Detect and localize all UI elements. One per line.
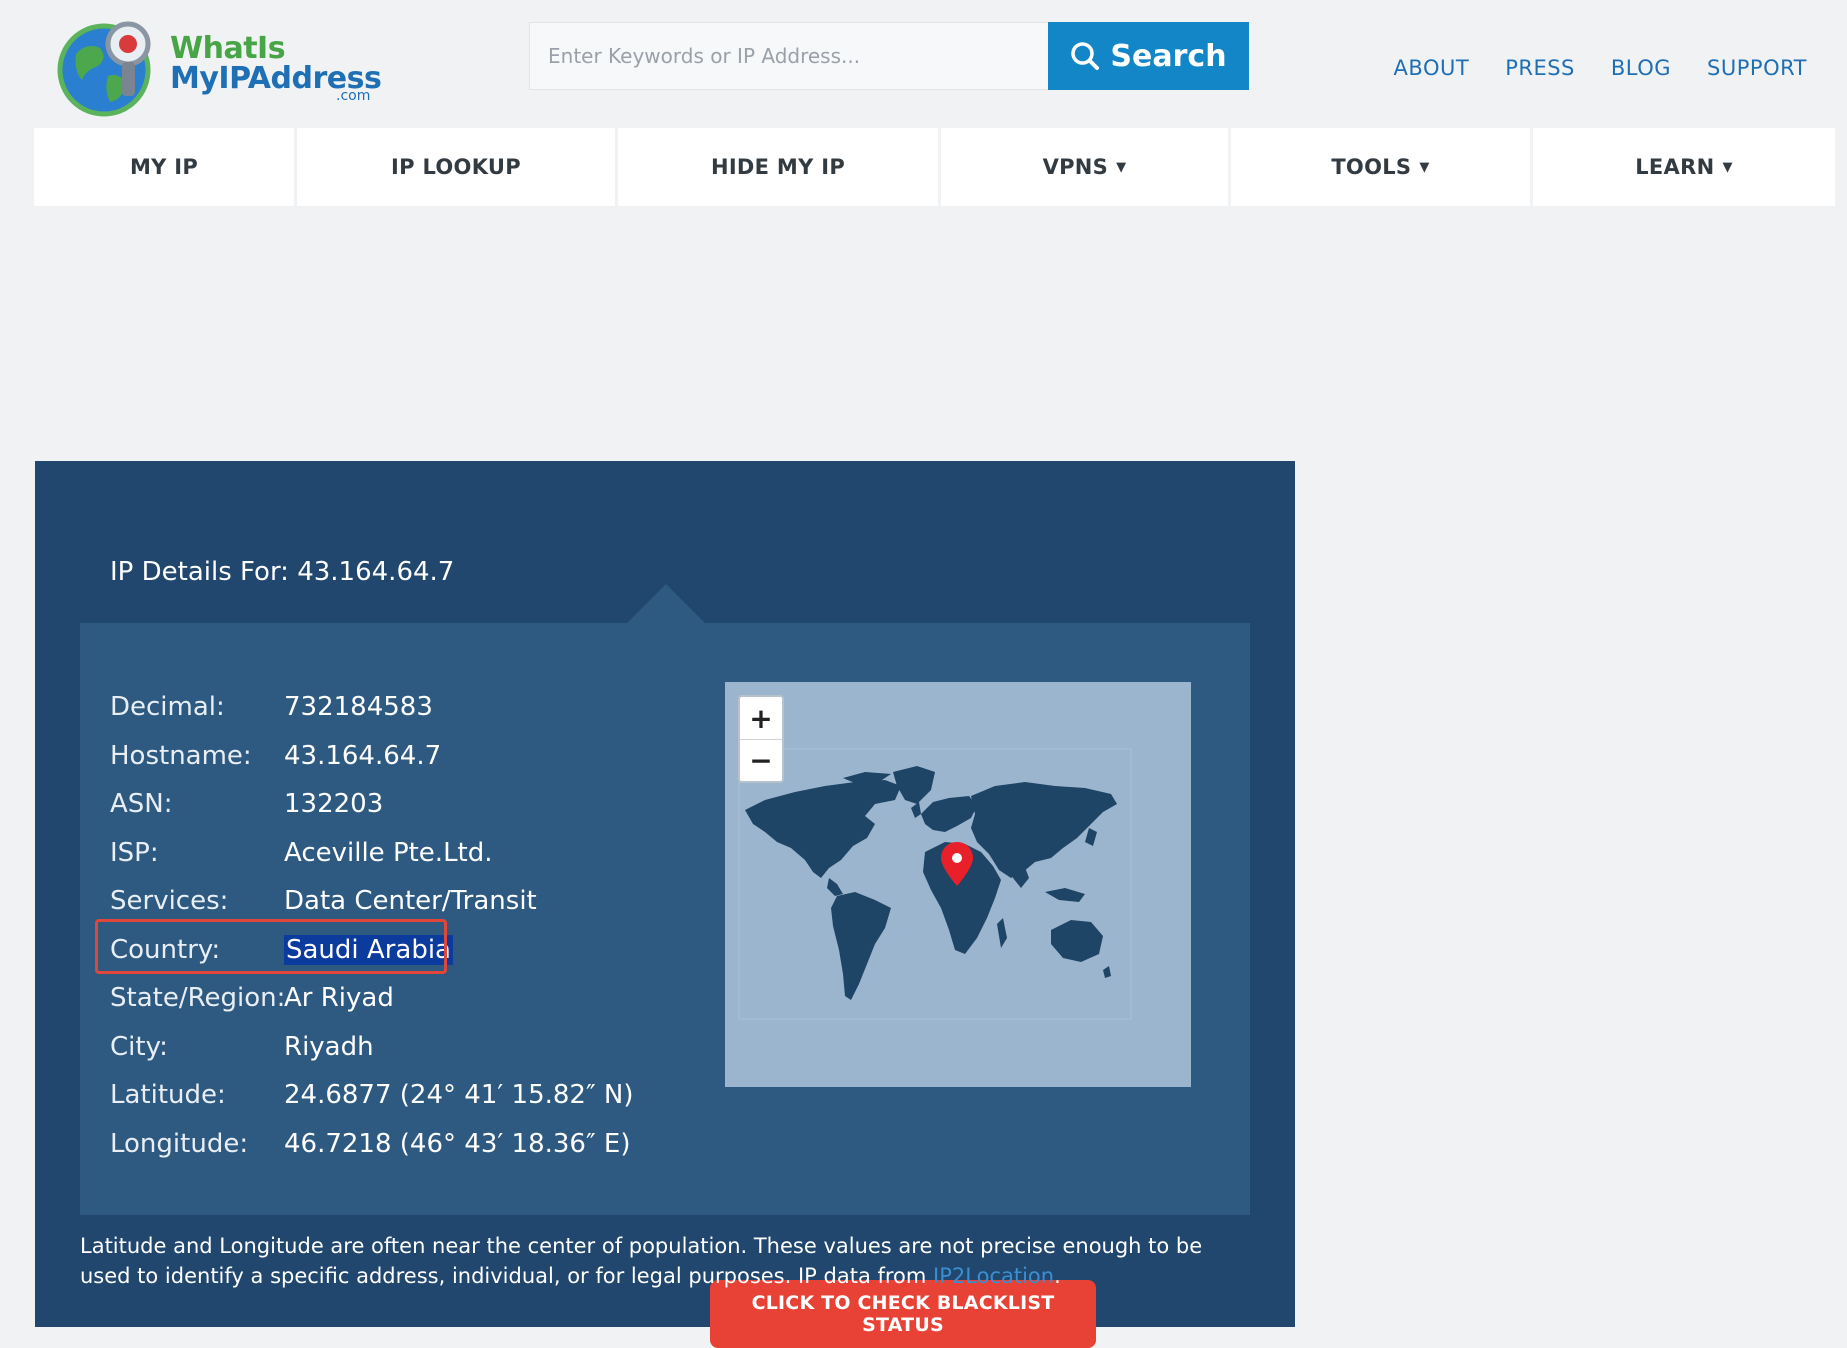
detail-label: ASN:	[110, 789, 173, 820]
detail-row-hostname: Hostname: 43.164.64.7	[110, 732, 634, 781]
search-icon	[1071, 42, 1100, 70]
top-link-support[interactable]: SUPPORT	[1707, 56, 1807, 80]
nav-label: LEARN	[1635, 155, 1715, 179]
nav-item-vpns[interactable]: VPNS ▼	[941, 128, 1228, 206]
detail-row-state: State/Region: Ar Riyad	[110, 974, 634, 1023]
detail-value: Data Center/Transit	[284, 886, 537, 917]
nav-label: TOOLS	[1331, 155, 1412, 179]
nav-item-hide-my-ip[interactable]: HIDE MY IP	[618, 128, 938, 206]
top-links: ABOUT PRESS BLOG SUPPORT	[1394, 56, 1807, 80]
detail-value: Aceville Pte.Ltd.	[284, 837, 493, 868]
detail-label: Decimal:	[110, 692, 225, 723]
search-button-label: Search	[1110, 38, 1227, 74]
nav-label: HIDE MY IP	[710, 155, 846, 179]
world-map	[738, 748, 1132, 1020]
top-link-about[interactable]: ABOUT	[1394, 56, 1470, 80]
detail-label: ISP:	[110, 837, 159, 868]
dropdown-caret-icon: ▼	[1116, 159, 1127, 175]
detail-label: Services:	[110, 886, 229, 917]
logo-suffix: .com	[336, 88, 371, 104]
detail-value: Ar Riyad	[284, 983, 394, 1014]
disclaimer-end: .	[1054, 1264, 1061, 1288]
detail-value: 732184583	[284, 692, 433, 723]
ip-details-title: IP Details For: 43.164.64.7	[110, 557, 455, 587]
detail-row-city: City: Riyadh	[110, 1023, 634, 1072]
detail-label: Hostname:	[110, 740, 252, 771]
top-link-press[interactable]: PRESS	[1505, 56, 1575, 80]
logo-wordmark: WhatIs MyIPAddress	[170, 31, 382, 94]
logo-line-1: WhatIs	[170, 31, 286, 66]
country-highlight-box	[95, 919, 447, 974]
zoom-out-button[interactable]: −	[740, 739, 782, 781]
main-nav: MY IP IP LOOKUP HIDE MY IP VPNS ▼ TOOLS …	[34, 128, 1835, 206]
location-disclaimer: Latitude and Longitude are often near th…	[80, 1231, 1240, 1291]
panel-notch	[626, 584, 706, 624]
nav-label: MY IP	[129, 155, 199, 179]
detail-value: Riyadh	[284, 1031, 374, 1062]
nav-item-learn[interactable]: LEARN ▼	[1533, 128, 1835, 206]
search-button[interactable]: Search	[1048, 22, 1249, 90]
location-map[interactable]: + −	[725, 682, 1191, 1087]
detail-row-latitude: Latitude: 24.6877 (24° 41′ 15.82″ N)	[110, 1071, 634, 1120]
zoom-in-button[interactable]: +	[740, 697, 782, 739]
detail-value: 46.7218 (46° 43′ 18.36″ E)	[284, 1128, 631, 1159]
detail-value: 132203	[284, 789, 384, 820]
nav-label: VPNS	[1042, 155, 1109, 179]
detail-row-asn: ASN: 132203	[110, 780, 634, 829]
nav-label: IP LOOKUP	[391, 155, 521, 179]
detail-value: 43.164.64.7	[284, 740, 442, 771]
dropdown-caret-icon: ▼	[1722, 159, 1733, 175]
site-logo[interactable]: WhatIs MyIPAddress .com	[56, 14, 382, 120]
map-zoom-controls: + −	[738, 695, 784, 783]
detail-row-longitude: Longitude: 46.7218 (46° 43′ 18.36″ E)	[110, 1120, 634, 1169]
detail-value: 24.6877 (24° 41′ 15.82″ N)	[284, 1080, 634, 1111]
nav-item-ip-lookup[interactable]: IP LOOKUP	[297, 128, 615, 206]
top-link-blog[interactable]: BLOG	[1611, 56, 1671, 80]
detail-label: Longitude:	[110, 1128, 249, 1159]
nav-item-my-ip[interactable]: MY IP	[34, 128, 294, 206]
dropdown-caret-icon: ▼	[1419, 159, 1430, 175]
nav-item-tools[interactable]: TOOLS ▼	[1231, 128, 1530, 206]
globe-logo-icon	[57, 21, 151, 117]
detail-label: Latitude:	[110, 1080, 226, 1111]
ip2location-link[interactable]: IP2Location	[933, 1264, 1054, 1288]
ip-details-panel: IP Details For: 43.164.64.7 Decimal: 732…	[35, 461, 1295, 1348]
detail-row-isp: ISP: Aceville Pte.Ltd.	[110, 829, 634, 878]
search-input[interactable]	[529, 22, 1049, 90]
detail-label: State/Region:	[110, 983, 286, 1014]
detail-label: City:	[110, 1031, 168, 1062]
detail-row-decimal: Decimal: 732184583	[110, 683, 634, 732]
